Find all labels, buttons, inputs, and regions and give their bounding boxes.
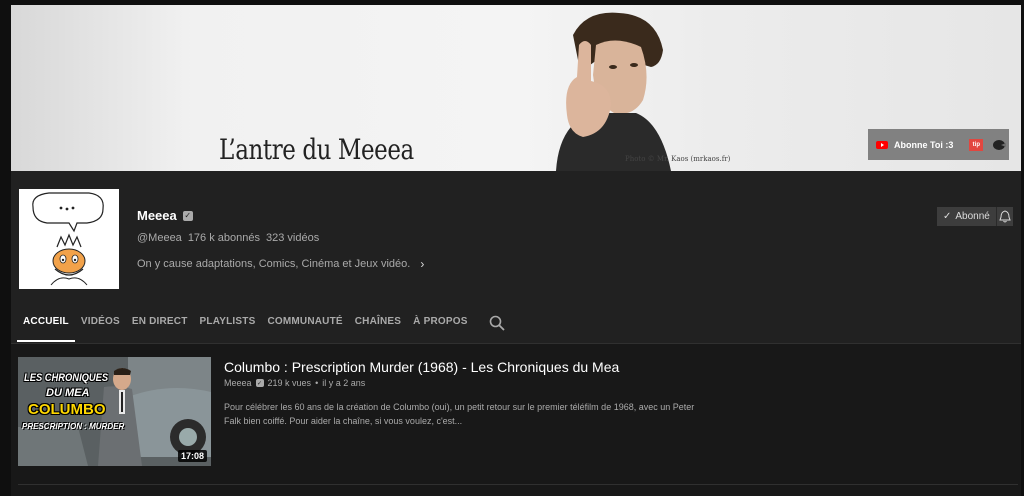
tipeee-icon[interactable]: tip: [969, 138, 984, 151]
banner-title: L’antre du Meeea: [219, 133, 414, 166]
video-age: il y a 2 ans: [322, 378, 366, 388]
notification-bell-icon[interactable]: [996, 207, 1013, 226]
thumbnail-text-series-2: DU MEA: [46, 387, 90, 399]
video-description: Pour célébrer les 60 ans de la création …: [224, 402, 695, 426]
tabs-divider: [11, 343, 1021, 344]
youtube-channel-page: L’antre du Meeea Photo © Mr. Kaos (mrkao…: [0, 0, 1024, 496]
avatar[interactable]: [19, 189, 119, 289]
tab-en-direct[interactable]: EN DIRECT: [126, 316, 194, 342]
banner-photo-credit: Photo © Mr. Kaos (mrkaos.fr): [625, 155, 731, 163]
video-title[interactable]: Columbo : Prescription Murder (1968) - L…: [224, 359, 619, 375]
subscriber-count: 176 k abonnés: [187, 232, 260, 244]
banner-links: Abonne Toi :3 tip: [868, 129, 1009, 160]
left-rail: [0, 0, 11, 496]
channel-meta: @Meeea 176 k abonnés 323 vidéos: [137, 232, 319, 244]
channel-description-text[interactable]: On y cause adaptations, Comics, Cinéma e…: [137, 258, 410, 270]
channel-header: Meeea ✓ @Meeea 176 k abonnés 323 vidéos …: [11, 171, 1021, 343]
chevron-right-icon[interactable]: ›: [420, 257, 424, 271]
banner-link-label[interactable]: Abonne Toi :3: [894, 140, 953, 150]
channel-name[interactable]: Meeea ✓: [137, 208, 193, 223]
video-count: 323 vidéos: [265, 232, 320, 244]
bottom-divider: [18, 484, 1018, 485]
youtube-icon[interactable]: [876, 140, 888, 149]
channel-description[interactable]: On y cause adaptations, Comics, Cinéma e…: [137, 257, 424, 271]
video-meta: Meeea ✓ 219 k vues • il y a 2 ans: [224, 378, 365, 388]
pacman-icon[interactable]: [993, 139, 1007, 150]
subscribe-controls: ✓ Abonné: [937, 207, 1013, 226]
avatar-drawing: [32, 192, 104, 286]
tab-a-propos[interactable]: À PROPOS: [407, 316, 473, 342]
subscribed-button[interactable]: ✓ Abonné: [937, 207, 997, 226]
subscribed-label: Abonné: [955, 211, 990, 222]
thumbnail-text-series: LES CHRONIQUES: [24, 372, 109, 384]
verified-icon: ✓: [182, 210, 193, 221]
video-thumbnail[interactable]: LES CHRONIQUES DU MEA COLUMBO PRESCRIPTI…: [18, 357, 211, 466]
tab-accueil[interactable]: ACCUEIL: [17, 316, 75, 342]
tab-videos[interactable]: VIDÉOS: [75, 316, 126, 342]
meta-separator: •: [315, 378, 319, 388]
check-icon: ✓: [943, 211, 952, 222]
channel-handle: @Meeea: [137, 232, 182, 244]
channel-tabs: ACCUEIL VIDÉOS EN DIRECT PLAYLISTS COMMU…: [17, 316, 474, 342]
video-views: 219 k vues: [267, 378, 312, 388]
thumbnail-text-title: COLUMBO: [28, 401, 106, 418]
channel-name-label[interactable]: Meeea: [137, 208, 177, 223]
search-icon[interactable]: [489, 315, 505, 336]
video-channel[interactable]: Meeea: [224, 378, 252, 388]
thumbnail-text-subtitle: PRESCRIPTION : MURDER: [22, 422, 125, 431]
video-duration: 17:08: [177, 450, 207, 462]
tab-communaute[interactable]: COMMUNAUTÉ: [261, 316, 348, 342]
tab-chaines[interactable]: CHAÎNES: [349, 316, 407, 342]
tab-playlists[interactable]: PLAYLISTS: [194, 316, 262, 342]
verified-icon: ✓: [255, 379, 264, 387]
channel-banner: L’antre du Meeea Photo © Mr. Kaos (mrkao…: [11, 5, 1021, 171]
